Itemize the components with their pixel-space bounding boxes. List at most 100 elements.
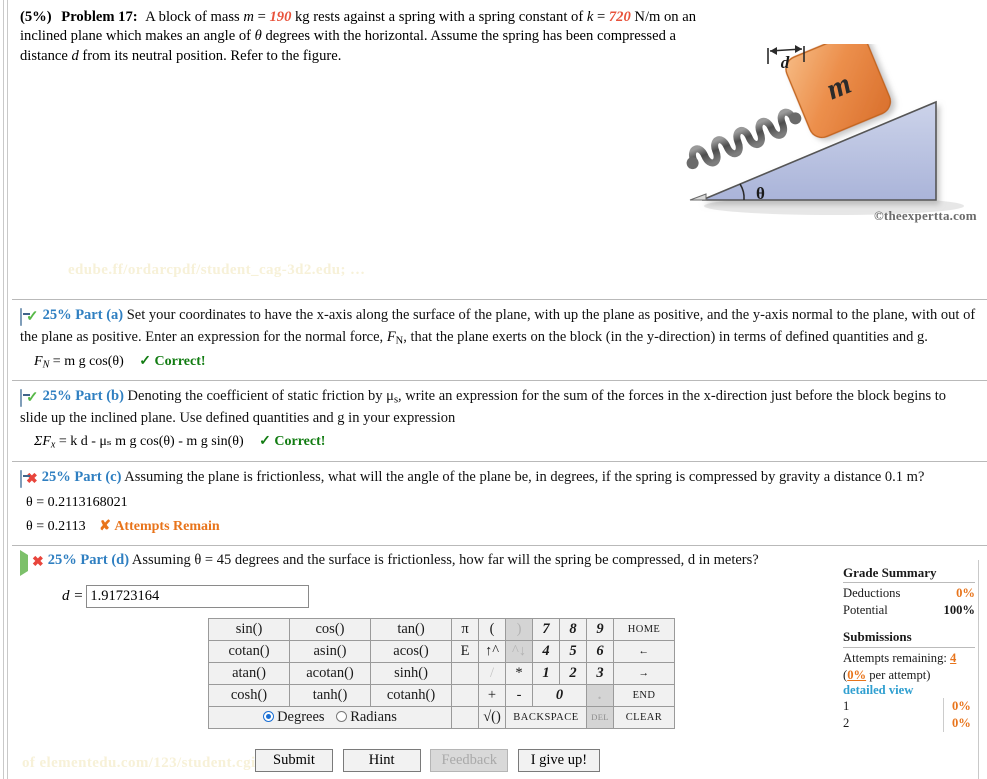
key-paren-open[interactable]: ( <box>478 617 506 641</box>
part-b-label: Part (b) <box>75 388 124 405</box>
angle-mode-degrees[interactable]: Degrees <box>263 709 325 725</box>
angle-mode-radians[interactable]: Radians <box>336 709 397 725</box>
potential-value: 100% <box>943 602 975 617</box>
submission-history-row-2: 2 0% <box>843 715 975 733</box>
key-blank-5 <box>451 705 479 729</box>
math-keypad[interactable]: sin() cos() tan() π ( ) 7 8 9 HOME cotan… <box>208 617 675 729</box>
key-pi[interactable]: π <box>451 617 479 641</box>
detailed-view-link[interactable]: detailed view <box>843 683 913 697</box>
part-d-prompt: Assuming θ = 45 degrees and the surface … <box>131 551 759 568</box>
key-4[interactable]: 4 <box>532 639 560 663</box>
angle-mode-degrees-label: Degrees <box>277 708 325 725</box>
key-9[interactable]: 9 <box>586 617 614 641</box>
submission-1-number: 1 <box>843 699 850 714</box>
attempts-remaining-value: 4 <box>950 651 957 666</box>
key-0[interactable]: 0 <box>532 683 587 707</box>
key-home[interactable]: HOME <box>613 617 675 641</box>
key-acos[interactable]: acos() <box>370 639 452 663</box>
play-triangle-icon[interactable] <box>20 549 28 576</box>
part-d-answer-row: d = <box>62 584 977 608</box>
keypad-row-3: atan() acotan() sinh() / * 1 2 3 → <box>208 661 675 685</box>
distance-d-label: d <box>781 53 790 72</box>
key-1[interactable]: 1 <box>532 661 560 685</box>
problem-label: Problem 17: <box>61 9 138 25</box>
part-b-status: ✓ Correct! <box>259 434 326 450</box>
grade-summary-sidebar: Grade Summary Deductions 0% Potential 10… <box>843 565 975 733</box>
radio-radians-icon[interactable] <box>336 710 348 722</box>
eq-1: = <box>253 9 270 25</box>
key-end[interactable]: END <box>613 683 675 707</box>
key-minus[interactable]: - <box>505 683 533 707</box>
key-acotan[interactable]: acotan() <box>289 661 371 685</box>
box-minus-icon[interactable] <box>20 469 22 490</box>
spring-graphic <box>686 108 802 170</box>
key-sinh[interactable]: sinh() <box>370 661 452 685</box>
part-b-prompt-1: Denoting the coefficient of static frict… <box>127 388 394 405</box>
deductions-value: 0% <box>956 586 975 600</box>
submit-button[interactable]: Submit <box>255 749 333 772</box>
submission-2-number: 2 <box>843 716 850 731</box>
part-c-status: ✘ Attempts Remain <box>99 519 220 535</box>
key-power-down: ^↓ <box>505 639 533 663</box>
part-c-percent: 25% <box>41 468 71 485</box>
part-c-label: Part (c) <box>74 468 122 485</box>
key-multiply[interactable]: * <box>505 661 533 685</box>
key-cos[interactable]: cos() <box>289 617 371 641</box>
key-sqrt[interactable]: √() <box>478 705 506 729</box>
key-cotanh[interactable]: cotanh() <box>370 683 452 707</box>
attempts-remaining-label: Attempts remaining: <box>843 651 947 666</box>
key-tanh[interactable]: tanh() <box>289 683 371 707</box>
key-6[interactable]: 6 <box>586 639 614 663</box>
feedback-button: Feedback <box>430 749 509 772</box>
key-5[interactable]: 5 <box>559 639 587 663</box>
submission-history-row-1: 1 0% <box>843 698 975 716</box>
box-minus-icon[interactable] <box>20 308 22 328</box>
key-divide[interactable]: / <box>478 661 506 685</box>
i-give-up-button[interactable]: I give up! <box>517 749 600 772</box>
per-attempt-text: per attempt) <box>866 667 931 682</box>
key-clear[interactable]: CLEAR <box>613 705 675 729</box>
problem-statement-text: (5%) Problem 17: A block of mass m = 190… <box>12 0 730 66</box>
key-power-up[interactable]: ↑^ <box>478 639 506 663</box>
hint-button[interactable]: Hint <box>342 749 421 772</box>
keypad-row-2: cotan() asin() acos() E ↑^ ^↓ 4 5 6 ← <box>208 639 675 663</box>
key-8[interactable]: 8 <box>559 617 587 641</box>
key-arrow-left[interactable]: ← <box>613 639 675 663</box>
key-atan[interactable]: atan() <box>208 661 290 685</box>
key-decimal-point: . <box>586 683 614 707</box>
key-del: DEL <box>586 705 614 729</box>
key-cotan[interactable]: cotan() <box>208 639 290 663</box>
part-a-force-symbol: F <box>386 328 396 345</box>
part-d-answer-input[interactable] <box>86 584 310 608</box>
page-left-rule-inner <box>7 0 8 779</box>
part-b-answer-expression: = k d - μₛ m g cos(θ) - m g sin(θ) <box>55 434 244 450</box>
inclined-plane-figure: m d θ ©theexpertta.com <box>684 44 987 230</box>
part-c: ✖ 25% Part (c) Assuming the plane is fric… <box>12 462 987 546</box>
key-blank-4 <box>451 683 479 707</box>
key-7[interactable]: 7 <box>532 617 560 641</box>
key-backspace[interactable]: BACKSPACE <box>505 705 587 729</box>
value-k: 720 <box>608 9 631 25</box>
part-b-answer-symbol: ΣF <box>34 434 51 450</box>
key-plus[interactable]: + <box>478 683 506 707</box>
key-asin[interactable]: asin() <box>289 639 371 663</box>
box-minus-icon[interactable] <box>20 389 22 409</box>
key-tan[interactable]: tan() <box>370 617 452 641</box>
problem-statement-box: (5%) Problem 17: A block of mass m = 190… <box>12 0 987 300</box>
part-c-attempt-1: θ = 0.2113168021 <box>26 495 128 511</box>
potential-label: Potential <box>843 602 888 617</box>
part-b-percent: 25% <box>42 388 72 405</box>
var-d: d <box>71 47 79 64</box>
part-d-input-label: d = <box>62 587 84 604</box>
problem-text-1: A block of mass <box>145 9 244 25</box>
keypad-row-5: Degrees Radians √() BACKSPACE DEL CLEAR <box>208 705 675 729</box>
radio-degrees-icon[interactable] <box>263 710 275 722</box>
angle-mode-selector[interactable]: Degrees Radians <box>208 705 452 729</box>
key-cosh[interactable]: cosh() <box>208 683 290 707</box>
key-e[interactable]: E <box>451 639 479 663</box>
key-2[interactable]: 2 <box>559 661 587 685</box>
key-3[interactable]: 3 <box>586 661 614 685</box>
key-arrow-right[interactable]: → <box>613 661 675 685</box>
key-blank-3 <box>451 661 479 685</box>
key-sin[interactable]: sin() <box>208 617 290 641</box>
